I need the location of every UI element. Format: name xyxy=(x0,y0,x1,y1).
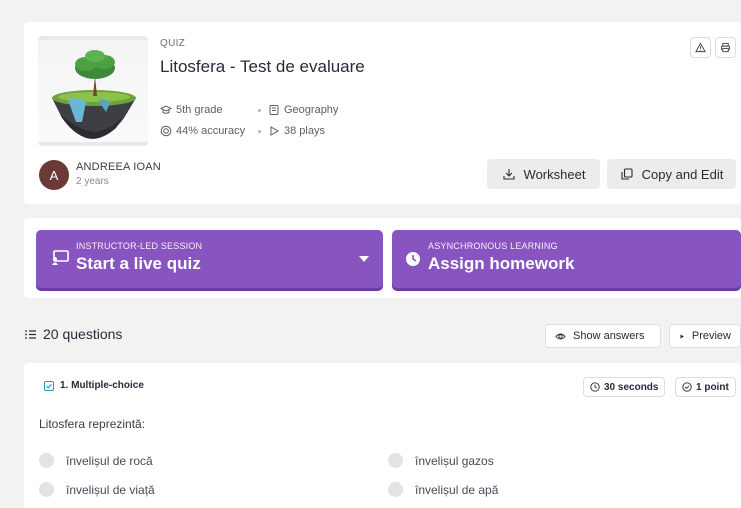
homework-subtitle: ASYNCHRONOUS LEARNING xyxy=(428,241,558,251)
print-icon xyxy=(720,42,731,53)
time-limit-badge: 30 seconds xyxy=(583,377,666,397)
show-answers-label: Show answers xyxy=(573,330,645,342)
avatar[interactable]: A xyxy=(39,160,69,190)
answer-option: învelișul de apă xyxy=(388,482,498,497)
quiz-type-label: QUIZ xyxy=(160,38,186,49)
answer-option: învelișul gazos xyxy=(388,453,494,468)
quiz-title: Litosfera - Test de evaluare xyxy=(160,57,365,76)
question-type: 1. Multiple-choice xyxy=(44,380,144,391)
question-card: 1. Multiple-choice 30 seconds 1 point Li… xyxy=(24,363,741,508)
copy-and-edit-label: Copy and Edit xyxy=(641,166,724,182)
copy-and-edit-button[interactable]: Copy and Edit xyxy=(607,159,736,189)
plays-text: 38 plays xyxy=(284,125,325,137)
question-text: Litosfera reprezintă: xyxy=(39,417,146,431)
option-marker xyxy=(388,482,403,497)
clock-icon xyxy=(406,252,420,266)
plays-meta: 38 plays xyxy=(258,125,325,137)
separator-dot xyxy=(258,129,261,133)
live-session-subtitle: INSTRUCTOR-LED SESSION xyxy=(76,241,203,251)
option-label: învelișul de apă xyxy=(415,482,499,497)
checkbox-icon xyxy=(44,380,54,391)
homework-title: Assign homework xyxy=(428,254,575,273)
quiz-thumbnail xyxy=(38,36,148,146)
author-name[interactable]: ANDREEA IOAN xyxy=(76,161,161,173)
grade-meta: 5th grade xyxy=(160,104,222,116)
points-badge: 1 point xyxy=(675,377,736,397)
play-icon xyxy=(270,126,280,136)
grade-text: 5th grade xyxy=(176,104,223,116)
accuracy-meta: 44% accuracy xyxy=(160,125,245,137)
preview-button[interactable]: Preview xyxy=(669,324,741,348)
time-limit-text: 30 seconds xyxy=(604,381,659,393)
option-label: învelișul de viață xyxy=(66,482,155,497)
option-marker xyxy=(388,453,403,468)
quiz-age: 2 years xyxy=(76,176,109,187)
download-icon xyxy=(502,169,515,180)
print-button[interactable] xyxy=(715,37,736,58)
separator-dot xyxy=(258,108,261,112)
quiz-header-card: QUIZ Litosfera - Test de evaluare 5th gr… xyxy=(24,22,741,204)
chevron-down-icon[interactable] xyxy=(359,256,369,263)
assign-homework-button[interactable]: ASYNCHRONOUS LEARNING Assign homework xyxy=(392,230,741,288)
option-label: învelișul de rocă xyxy=(66,453,153,468)
graduation-cap-icon xyxy=(160,105,172,114)
presentation-icon xyxy=(52,250,69,265)
session-options-card: INSTRUCTOR-LED SESSION Start a live quiz… xyxy=(24,218,741,298)
clock-icon xyxy=(590,382,600,392)
copy-icon xyxy=(621,168,633,180)
book-icon xyxy=(269,105,279,115)
option-marker xyxy=(39,453,54,468)
subject-meta: Geography xyxy=(258,104,338,116)
worksheet-button[interactable]: Worksheet xyxy=(487,159,600,189)
report-button[interactable] xyxy=(690,37,711,58)
eye-icon xyxy=(555,333,566,339)
target-icon xyxy=(160,125,172,137)
points-text: 1 point xyxy=(696,381,729,393)
subject-text: Geography xyxy=(284,104,339,116)
question-count-text: 20 questions xyxy=(43,326,123,342)
worksheet-label: Worksheet xyxy=(523,166,586,182)
accuracy-text: 44% accuracy xyxy=(176,125,246,137)
list-icon xyxy=(25,329,36,339)
warning-icon xyxy=(695,42,706,53)
option-label: învelișul gazos xyxy=(415,453,494,468)
preview-label: Preview xyxy=(691,330,731,342)
answer-option: învelișul de viață xyxy=(39,482,155,497)
answer-option: învelișul de rocă xyxy=(39,453,153,468)
question-count: 20 questions xyxy=(24,326,122,342)
check-circle-icon xyxy=(682,382,692,392)
live-session-title: Start a live quiz xyxy=(76,254,201,273)
show-answers-button[interactable]: Show answers xyxy=(545,324,661,348)
question-type-label: 1. Multiple-choice xyxy=(60,380,144,391)
play-icon xyxy=(680,334,684,338)
start-live-quiz-button[interactable]: INSTRUCTOR-LED SESSION Start a live quiz xyxy=(36,230,383,288)
option-marker xyxy=(39,482,54,497)
